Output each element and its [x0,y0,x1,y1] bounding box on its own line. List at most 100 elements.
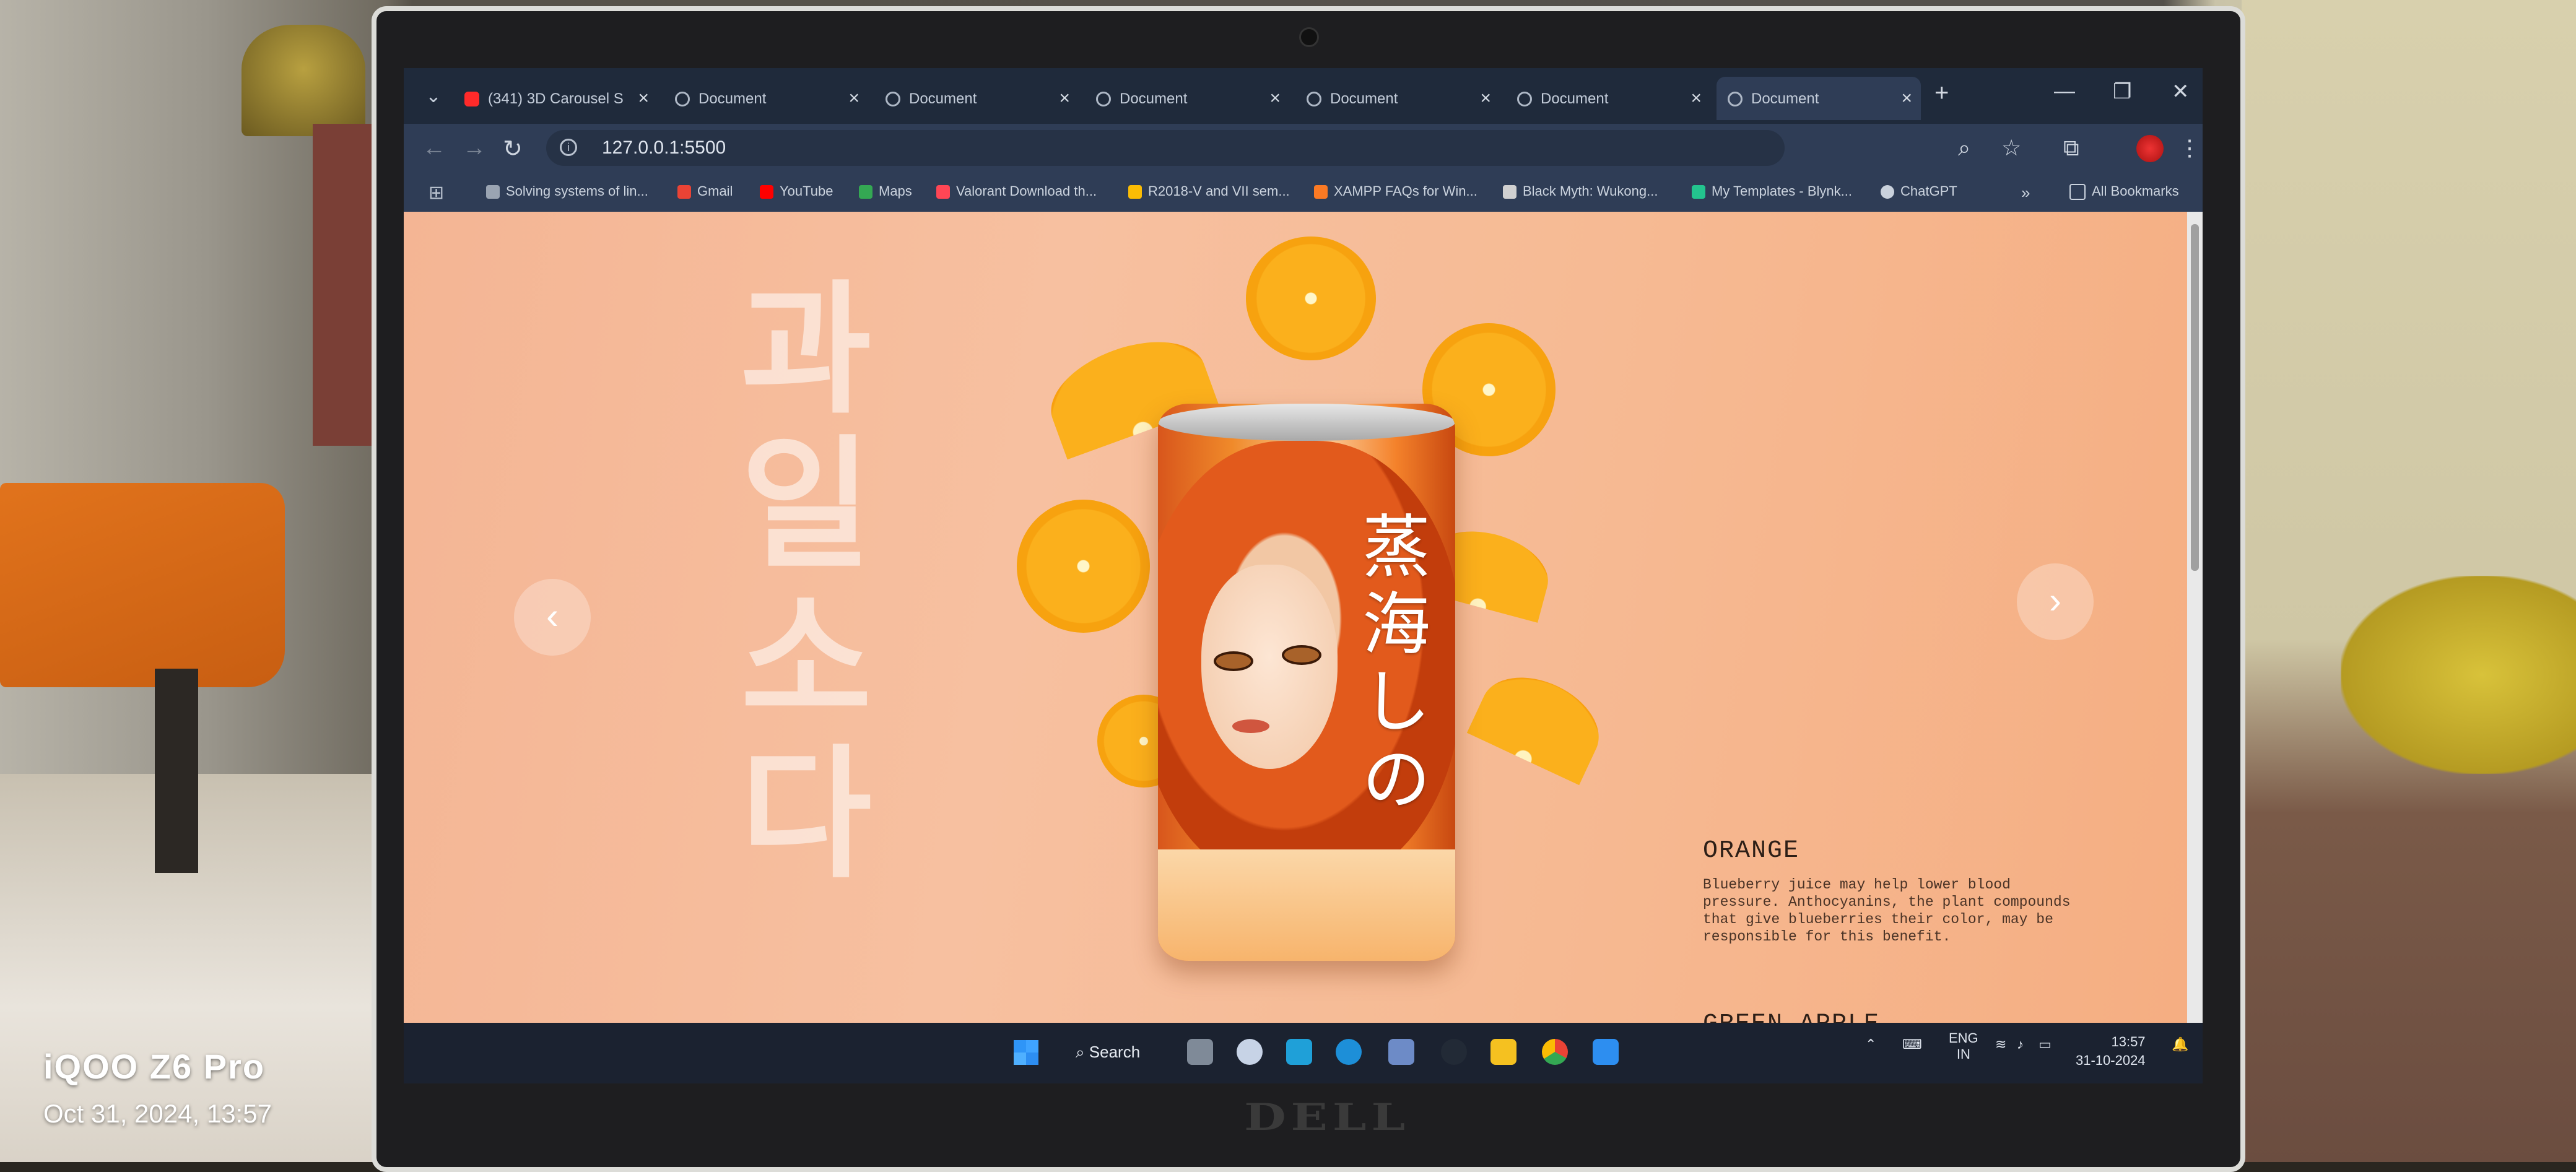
address-bar[interactable] [546,130,1785,166]
close-icon[interactable]: × [1901,88,1912,109]
orange-slice [1017,500,1150,633]
back-arrow-icon[interactable]: ← [422,135,446,162]
battery-icon[interactable]: ▭ [2039,1036,2052,1053]
all-bookmarks-button[interactable]: All Bookmarks [2069,183,2179,201]
extensions-icon[interactable]: ⧉ [2063,135,2079,162]
carousel-prev-button[interactable]: ‹ [514,579,591,656]
close-icon[interactable]: × [848,88,859,109]
taskbar-search-button[interactable]: ⌕ Search [1076,1043,1140,1062]
clock[interactable]: 13:57 31-10-2024 [2076,1033,2146,1070]
korean-title: 과일소다 [741,268,872,898]
restore-icon[interactable]: ❐ [2113,79,2131,104]
tab-5[interactable]: Document × [1295,77,1500,120]
app-icon[interactable] [1286,1039,1312,1065]
bookmark-item[interactable]: Valorant Download th... [936,183,1097,199]
globe-icon [675,92,690,106]
windows-start-icon[interactable] [1014,1040,1038,1065]
bookmark-label: ChatGPT [1900,183,1957,199]
tab-label: Document [909,90,977,107]
soda-can-image: 蒸海しの [1158,404,1455,961]
bookmark-item[interactable]: R2018-V and VII sem... [1128,183,1290,199]
orange-slice [1246,237,1376,360]
store-icon[interactable] [1388,1039,1414,1065]
apps-grid-icon[interactable]: ⊞ [429,182,444,204]
edge-icon[interactable] [1336,1039,1362,1065]
tab-label: Document [1330,90,1398,107]
url-text[interactable]: 127.0.0.1:5500 [602,137,726,158]
bookmark-star-icon[interactable]: ☆ [2001,135,2021,161]
bookmark-item[interactable]: My Templates - Blynk... [1692,183,1852,199]
carousel-next-button[interactable]: › [2017,563,2094,640]
file-explorer-icon[interactable] [1490,1039,1516,1065]
chatgpt-icon [1881,185,1894,199]
laptop-screen: ⌄ (341) 3D Carousel S × Document × Docum… [404,68,2203,1083]
globe-icon [1307,92,1321,106]
qr-icon [486,185,500,199]
volume-icon[interactable]: ♪ [2017,1036,2024,1053]
bookmark-item[interactable]: ChatGPT [1881,183,1957,199]
minimize-icon[interactable]: — [2054,79,2075,103]
task-view-icon[interactable] [1187,1039,1213,1065]
region-code: IN [1956,1046,1970,1062]
more-menu-icon[interactable]: ⋮ [2178,135,2201,161]
all-bookmarks-label: All Bookmarks [2092,183,2179,199]
bookmark-item[interactable]: Maps [859,183,912,199]
language-indicator[interactable]: ENG IN [1949,1030,1978,1062]
forward-arrow-icon[interactable]: → [463,135,486,162]
copilot-icon[interactable] [1237,1039,1263,1065]
more-bookmarks-chevron-icon[interactable]: » [2021,183,2030,202]
tab-search-chevron-icon[interactable]: ⌄ [422,85,445,108]
close-icon[interactable]: × [1059,88,1070,109]
bookmark-label: Black Myth: Wukong... [1523,183,1658,199]
notification-icon[interactable]: 🔔 [2172,1036,2188,1053]
site-info-icon[interactable]: i [560,139,577,156]
zoom-icon[interactable]: ⌕ [1958,135,1970,162]
blynk-icon [1692,185,1705,199]
laptop-brand-logo: DELL [1244,1096,1411,1139]
xampp-icon [1314,185,1328,199]
maps-icon [859,185,872,199]
bookmark-item[interactable]: Black Myth: Wukong... [1503,183,1658,199]
wifi-icon[interactable]: ≋ [1995,1036,2006,1053]
bookmark-item[interactable]: Gmail [677,183,733,199]
windows-taskbar: ⌕ Search ⌃ ⌨ ENG IN ≋ ♪ ▭ 13:57 31-10-20… [404,1023,2203,1083]
reload-icon[interactable]: ↻ [503,135,523,163]
tab-4[interactable]: Document × [1085,77,1289,120]
close-icon[interactable]: × [1480,88,1491,109]
profile-avatar[interactable] [2136,135,2164,162]
webcam [1299,27,1319,47]
lips [1232,719,1269,733]
page-scrollbar[interactable] [2187,212,2203,1023]
bookmark-item[interactable]: XAMPP FAQs for Win... [1314,183,1477,199]
tab-3[interactable]: Document × [874,77,1079,120]
bookmark-item[interactable]: YouTube [760,183,833,199]
tab-2[interactable]: Document × [664,77,868,120]
product-caption: ORANGE Blueberry juice may help lower bl… [1703,837,2087,945]
tray-chevron-icon[interactable]: ⌃ [1865,1036,1876,1053]
gmail-icon [677,185,691,199]
next-caption-title: GREEN APPLE [1703,1010,1880,1023]
bookmark-label: YouTube [780,183,833,199]
orange-slice [1466,659,1614,786]
new-tab-plus-icon[interactable]: + [1934,79,1949,107]
chrome-icon[interactable] [1542,1039,1568,1065]
bookmark-item[interactable]: Solving systems of lin... [486,183,648,199]
tab-1[interactable]: (341) 3D Carousel S × [453,77,658,120]
close-icon[interactable]: × [638,88,649,109]
app-icon[interactable] [1441,1039,1467,1065]
red-stand [313,124,381,446]
window-close-icon[interactable]: ✕ [2172,79,2190,104]
youtube-icon [464,92,479,106]
eye [1282,645,1321,665]
can-lid [1158,404,1455,441]
keyboard-icon[interactable]: ⌨ [1902,1036,1922,1053]
yellow-object [2341,576,2576,774]
vscode-icon[interactable] [1593,1039,1619,1065]
tab-6[interactable]: Document × [1506,77,1710,120]
orange-cloth [0,483,285,687]
tab-7-active[interactable]: Document × [1717,77,1921,120]
clock-time: 13:57 [2111,1034,2146,1049]
close-icon[interactable]: × [1269,88,1281,109]
scrollbar-thumb[interactable] [2191,224,2199,571]
close-icon[interactable]: × [1690,88,1702,109]
